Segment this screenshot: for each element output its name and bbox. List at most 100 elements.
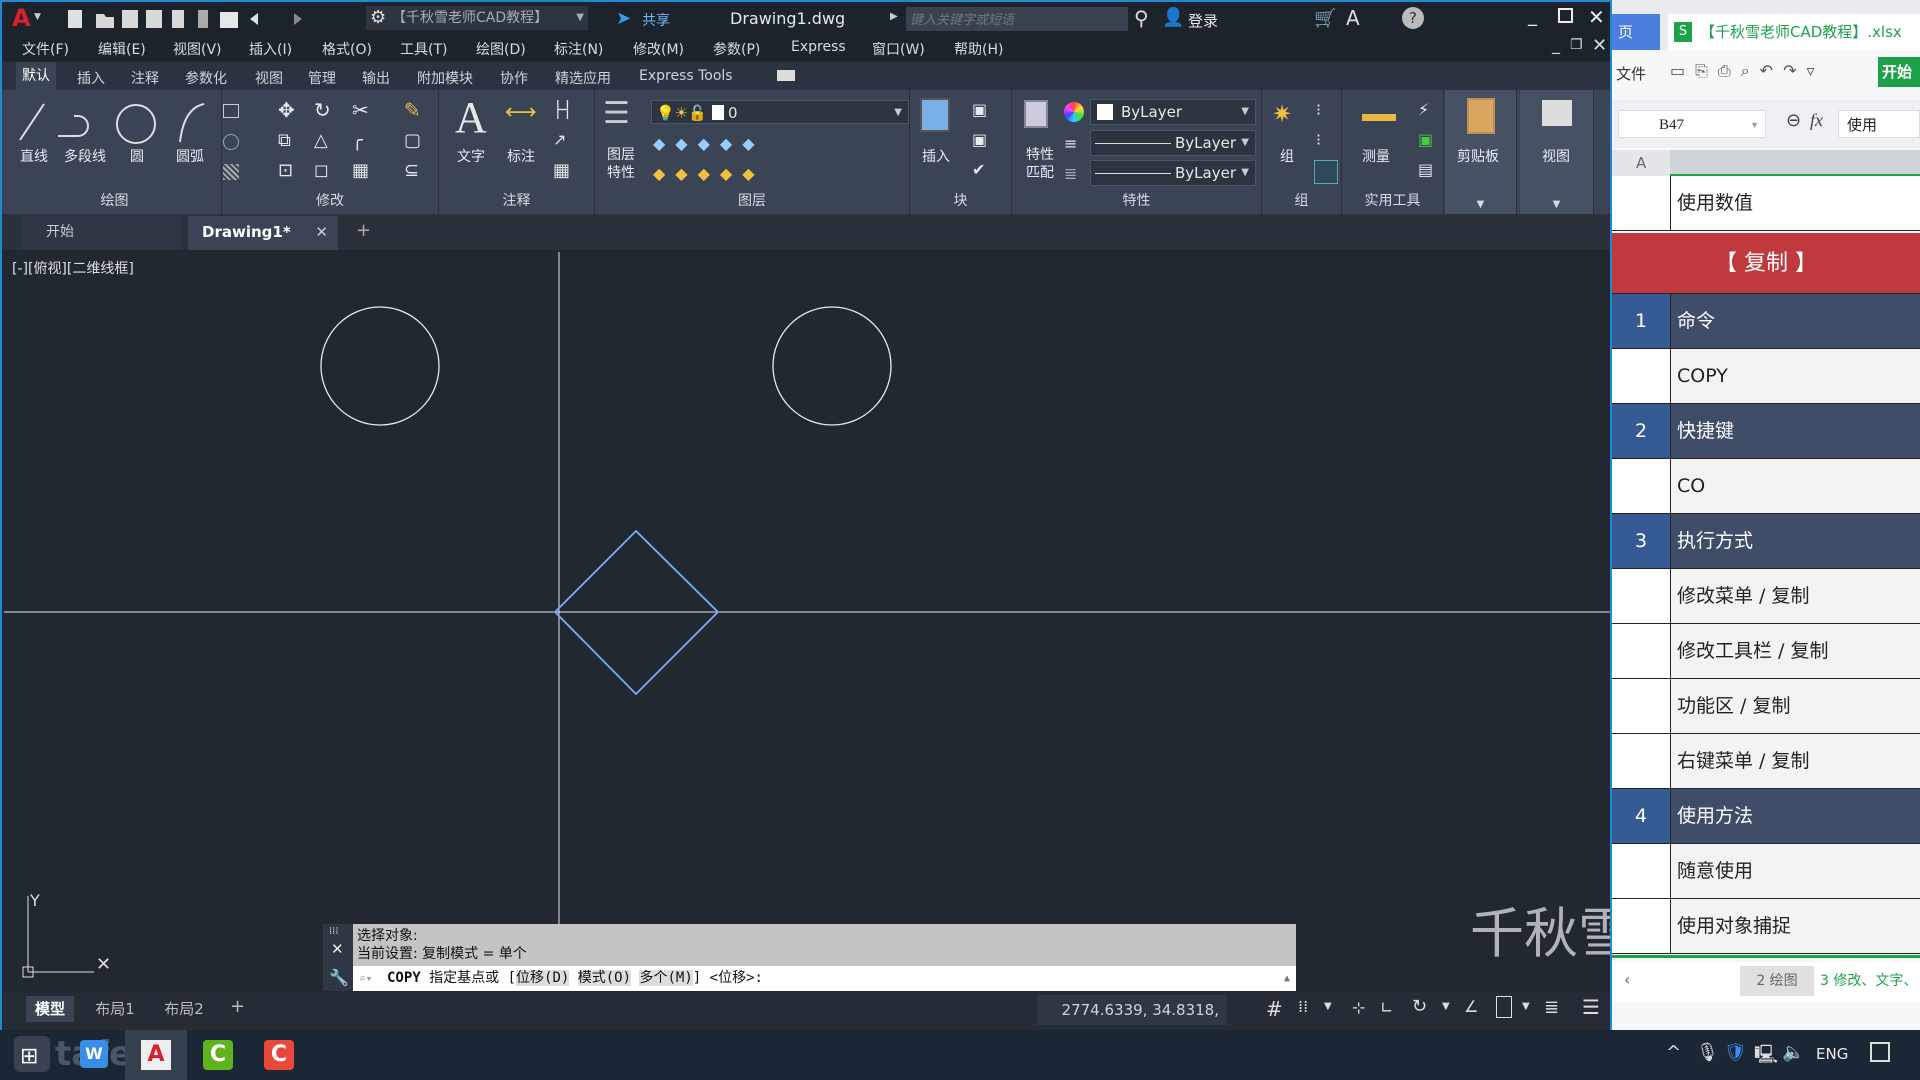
copy-icon[interactable]: ⧉ [278, 130, 291, 151]
menu-format[interactable]: 格式(O) [322, 39, 372, 59]
tab-featured-apps[interactable]: 精选应用 [555, 68, 611, 88]
menu-parametric[interactable]: 参数(P) [713, 39, 760, 59]
text-button[interactable]: 文字 [457, 146, 485, 166]
cell-text[interactable]: 随意使用 [1670, 844, 1920, 898]
tray-expand-icon[interactable]: ^ [1666, 1042, 1681, 1063]
cell-row[interactable]: 3 执行方式 [1612, 514, 1920, 569]
cell-row[interactable]: CO [1612, 459, 1920, 514]
layer-dropdown[interactable]: 💡☀🔓 0 ▼ [651, 100, 909, 124]
language-indicator[interactable]: ENG [1816, 1045, 1848, 1063]
group-edit-icon[interactable]: ⁝ [1316, 130, 1321, 149]
chevron-down-icon[interactable]: ▼ [1522, 1001, 1530, 1012]
add-layout-button[interactable]: + [230, 996, 245, 1017]
dimension-button[interactable]: 标注 [507, 146, 535, 166]
panel-title-utilities[interactable]: 实用工具 [1342, 190, 1443, 210]
panel-title-block[interactable]: 块 [910, 190, 1011, 210]
calculator-icon[interactable]: ▤ [1418, 160, 1433, 179]
menu-file[interactable]: 文件(F) [22, 39, 69, 59]
panel-title-properties[interactable]: 特性 [1012, 190, 1261, 210]
panel-title-groups[interactable]: 组 [1262, 190, 1341, 210]
layer-tools-row1-icons[interactable]: ◆◆◆◆◆ [653, 134, 765, 153]
column-header-a[interactable]: A [1636, 154, 1646, 172]
file-menu[interactable]: 文件 [1616, 63, 1646, 84]
cell-row[interactable]: 右键菜单 / 复制 [1612, 734, 1920, 789]
cell-number[interactable] [1612, 459, 1670, 513]
cell-text[interactable]: 命令 [1670, 294, 1920, 348]
quick-access-toolbar[interactable] [66, 8, 356, 30]
mirror-icon[interactable]: △ [314, 130, 328, 151]
cell-number[interactable]: 1 [1612, 294, 1670, 348]
camtasia-green-icon[interactable]: C [203, 1040, 233, 1070]
expand-history-icon[interactable]: ▲ [1284, 966, 1290, 991]
cell-row[interactable]: 修改菜单 / 复制 [1612, 569, 1920, 624]
insert-button[interactable]: 插入 [922, 146, 950, 166]
lineweight-dropdown[interactable]: ByLayer ▼ [1090, 160, 1256, 186]
cell-row[interactable]: 使用对象捕捉 [1612, 899, 1920, 954]
trim-icon[interactable]: ✂ [352, 98, 369, 122]
autocad-taskbar-icon[interactable]: A [141, 1040, 171, 1070]
match-properties-button[interactable]: 特性 匹配 [1026, 146, 1054, 182]
rotate-icon[interactable]: ↻ [314, 98, 331, 122]
workbook-tab[interactable]: S 【千秋雪老师CAD教程】.xlsx [1668, 14, 1920, 50]
menu-help[interactable]: 帮助(H) [954, 39, 1003, 59]
cell-number[interactable] [1612, 899, 1670, 953]
cell-text[interactable]: 功能区 / 复制 [1670, 679, 1920, 733]
home-tab[interactable]: 页 [1612, 14, 1660, 50]
panel-title-layers[interactable]: 图层 [595, 190, 909, 210]
scale-icon[interactable]: ◻ [314, 160, 329, 181]
group-icon[interactable]: ✷ [1272, 100, 1292, 128]
match-properties-icon[interactable] [1024, 100, 1048, 128]
menu-window[interactable]: 窗口(W) [872, 39, 925, 59]
close-command-icon[interactable]: ✕ [331, 940, 344, 958]
polar-tracking-icon[interactable]: ↻ [1412, 996, 1427, 1017]
group-selection-toggle[interactable] [1314, 160, 1338, 184]
arc-button[interactable]: 圆弧 [176, 146, 204, 166]
cell-text[interactable]: 使用方法 [1670, 789, 1920, 843]
insert-block-icon[interactable] [920, 98, 950, 132]
option-multiple[interactable]: 多个(M) [639, 970, 693, 986]
workspace-dropdown[interactable]: ⚙ 【千秋雪老师CAD教程】 ▼ [366, 6, 588, 30]
volume-icon[interactable]: 🔈 [1782, 1042, 1804, 1063]
app-menu-arrow-icon[interactable]: ▼ [34, 12, 41, 22]
chevron-down-icon[interactable]: ▼ [1442, 1001, 1450, 1012]
menu-dimension[interactable]: 标注(N) [554, 39, 603, 59]
panel-view[interactable]: 视图 ▼ [1520, 90, 1594, 214]
tab-layout1[interactable]: 布局1 [88, 996, 142, 1022]
tab-output[interactable]: 输出 [362, 68, 390, 88]
windows-start-icon[interactable]: ⊞ [20, 1044, 38, 1069]
camtasia-red-icon[interactable]: C [264, 1040, 294, 1070]
menu-edit[interactable]: 编辑(E) [98, 39, 146, 59]
new-tab-button[interactable]: + [356, 220, 371, 241]
snap-icon[interactable]: ⁞⁞ [1298, 997, 1308, 1016]
cell-row[interactable]: 修改工具栏 / 复制 [1612, 624, 1920, 679]
tab-addins[interactable]: 附加模块 [417, 68, 473, 88]
cell-text[interactable]: 快捷键 [1670, 404, 1920, 458]
cell-b[interactable]: 使用数值 [1670, 176, 1920, 230]
chevron-down-icon[interactable]: ▼ [1324, 1001, 1332, 1012]
ortho-icon[interactable]: ∟ [1380, 998, 1393, 1017]
minimize-button[interactable]: _ [1528, 6, 1537, 27]
linetype-dropdown[interactable]: ByLayer ▼ [1090, 130, 1256, 156]
quick-toolbar-icons[interactable]: ▭⎘⎙⌕↶↷▿ [1670, 61, 1825, 81]
fx-icon[interactable]: fx [1810, 110, 1823, 131]
explode-icon[interactable]: ▢ [404, 130, 421, 151]
cell-row[interactable]: 使用数值 [1612, 176, 1920, 231]
doc-close-button[interactable]: ✕ [1592, 35, 1607, 56]
lineweight-display-icon[interactable]: ≣ [1544, 997, 1559, 1018]
sheet-tab-draw[interactable]: 2 绘图 [1740, 966, 1814, 996]
cell-row[interactable]: 功能区 / 复制 [1612, 679, 1920, 734]
panel-clipboard[interactable]: 剪贴板 ▼ [1445, 90, 1517, 214]
drawing-viewport[interactable]: [-][俯视][二维线框] ✕ Y 千秋雪 [4, 252, 1610, 992]
tab-collaborate[interactable]: 协作 [500, 68, 528, 88]
cell-number[interactable] [1612, 624, 1670, 678]
login-button[interactable]: 登录 [1188, 10, 1218, 31]
tab-view[interactable]: 视图 [255, 68, 283, 88]
grid-icon[interactable]: # [1266, 997, 1283, 1021]
stretch-icon[interactable]: ⊡ [278, 160, 293, 181]
notifications-icon[interactable] [1870, 1042, 1890, 1062]
group-button[interactable]: 组 [1280, 146, 1294, 166]
grip-icon[interactable]: ⁞⁞⁞ [329, 926, 339, 937]
layer-properties-button[interactable]: 图层 特性 [607, 146, 635, 182]
share-button[interactable]: 共享 [642, 10, 670, 30]
ribbon-minimize-icon[interactable] [777, 70, 795, 81]
